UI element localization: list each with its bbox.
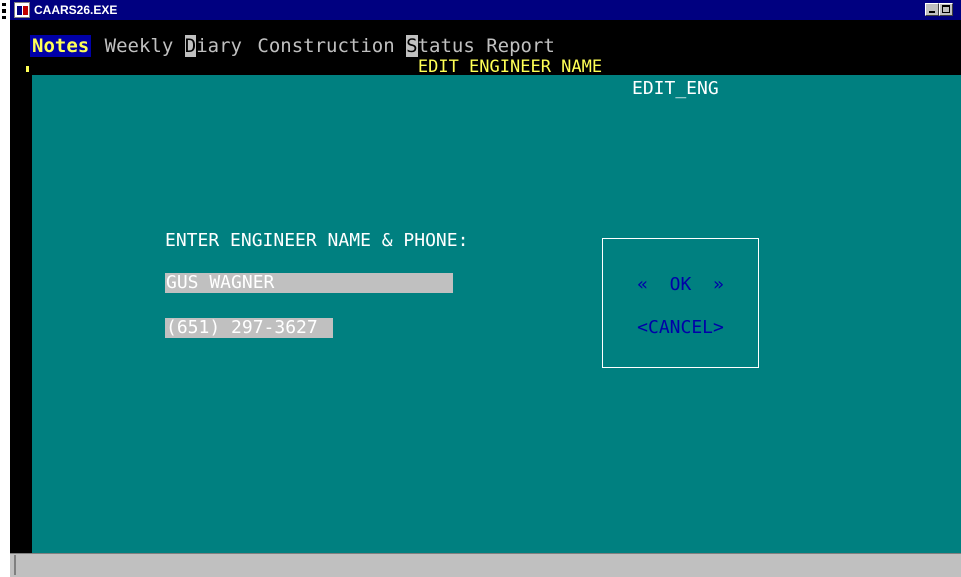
title-bar[interactable]: CAARS26.EXE xyxy=(10,0,961,20)
menu-weekly-label: Weekly xyxy=(104,35,185,57)
button-box: « OK » <CANCEL> xyxy=(602,238,759,368)
window-title: CAARS26.EXE xyxy=(34,3,118,17)
menu-construction-label: Construction xyxy=(257,35,407,57)
engineer-name-field[interactable]: GUS WAGNER xyxy=(165,273,453,293)
status-divider xyxy=(14,555,16,575)
menu-notes[interactable]: Notes xyxy=(30,35,92,57)
app-window: CAARS26.EXE Notes Weekly Diary Construct… xyxy=(10,0,961,577)
app-icon[interactable] xyxy=(14,2,30,18)
main-panel: EDIT_ENG ENTER ENGINEER NAME & PHONE: GU… xyxy=(32,75,961,553)
status-bar xyxy=(10,553,961,577)
menu-status-report-label: tatus Report xyxy=(417,35,555,57)
screen-title: EDIT ENGINEER NAME xyxy=(417,57,603,77)
left-edge xyxy=(0,0,10,577)
menu-weekly-diary[interactable]: Weekly Diary xyxy=(103,35,244,57)
menu-row: Notes Weekly Diary Construction Status R… xyxy=(30,35,557,57)
engineer-phone-field[interactable]: (651) 297-3627 xyxy=(165,318,333,338)
maximize-button[interactable] xyxy=(939,3,953,16)
cancel-button[interactable]: <CANCEL> xyxy=(603,317,758,339)
menu-diary-label: iary xyxy=(196,35,242,57)
minimize-button[interactable] xyxy=(925,3,939,16)
form-prompt: ENTER ENGINEER NAME & PHONE: xyxy=(165,230,469,251)
screen-id: EDIT_ENG xyxy=(632,78,719,99)
ok-button[interactable]: « OK » xyxy=(603,274,758,296)
maximize-icon xyxy=(942,5,950,13)
menu-diary-hotkey: D xyxy=(184,35,197,57)
minimize-icon xyxy=(929,11,935,13)
menu-bar: Notes Weekly Diary Construction Status R… xyxy=(10,20,961,60)
menu-status-hotkey: S xyxy=(406,35,418,57)
cursor-marker xyxy=(26,66,29,72)
menu-construction-status-report[interactable]: Construction Status Report xyxy=(255,35,556,57)
